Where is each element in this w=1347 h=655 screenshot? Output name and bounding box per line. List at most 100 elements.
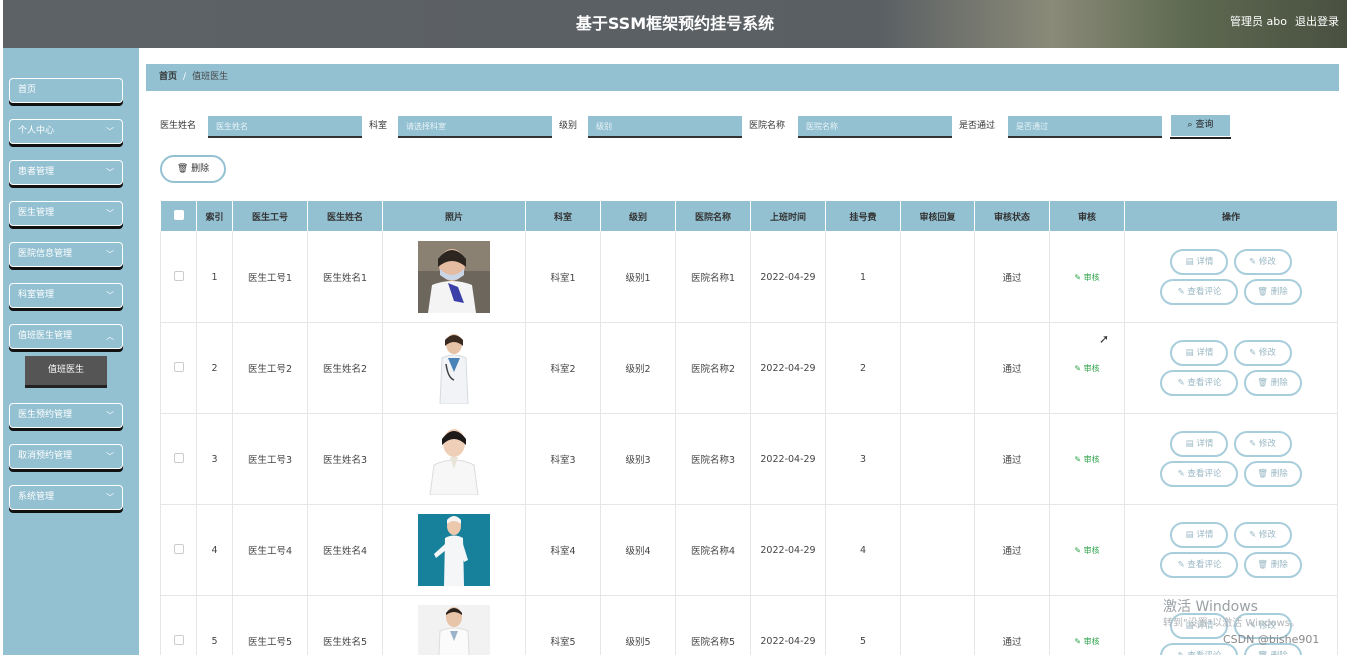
row-checkbox[interactable] — [173, 543, 184, 554]
sidebar-item-departments[interactable]: 科室管理 ﹀ — [9, 283, 123, 308]
level-input[interactable] — [588, 116, 742, 138]
cell-dept: 科室3 — [525, 413, 601, 505]
chevron-down-icon: ﹀ — [106, 411, 114, 420]
sidebar-item-label: 值班医生管理 — [18, 331, 73, 341]
breadcrumb-home[interactable]: 首页 — [159, 72, 177, 82]
filter-label-doctor-name: 医生姓名 — [160, 121, 197, 131]
search-icon: ⌕ — [1187, 120, 1193, 130]
delete-label: 删除 — [1270, 469, 1288, 479]
cell-fee: 4 — [825, 504, 901, 596]
chevron-down-icon: ﹀ — [106, 493, 114, 502]
row-checkbox[interactable] — [173, 270, 184, 281]
audit-link[interactable]: ✎ 审核 — [1049, 504, 1125, 596]
sidebar-item-profile[interactable]: 个人中心 ﹀ — [9, 119, 123, 144]
filter-label-level: 级别 — [559, 121, 578, 131]
row-checkbox[interactable] — [173, 634, 184, 645]
cell-doctor-no: 医生工号3 — [232, 413, 308, 505]
sidebar-item-home[interactable]: 首页 — [9, 78, 123, 103]
trash-icon: 🗑 — [1257, 560, 1269, 570]
batch-delete-button[interactable]: 🗑 删除 — [160, 155, 226, 183]
sidebar-item-patients[interactable]: 患者管理 ﹀ — [9, 160, 123, 185]
cell-fee: 3 — [825, 413, 901, 505]
column-header: 索引 — [196, 200, 233, 232]
edit-button[interactable]: ✎ 修改 — [1233, 340, 1292, 366]
logout-link[interactable]: 退出登录 — [1295, 13, 1339, 29]
cell-doctor-name: 医生姓名5 — [307, 595, 383, 655]
comments-label: 查看评论 — [1187, 378, 1222, 388]
cell-work-time: 2022-04-29 — [750, 504, 826, 596]
delete-button[interactable]: 🗑 删除 — [1243, 279, 1302, 305]
edit-icon: ✎ — [1074, 545, 1082, 555]
edit-button[interactable]: ✎ 修改 — [1233, 249, 1292, 275]
detail-button[interactable]: ▤ 详情 — [1170, 249, 1229, 275]
detail-label: 详情 — [1196, 439, 1214, 449]
detail-button[interactable]: ▤ 详情 — [1170, 431, 1229, 457]
select-all-checkbox[interactable] — [173, 209, 184, 220]
cell-audit-reply — [900, 504, 975, 596]
cell-level: 级别1 — [600, 231, 676, 323]
row-checkbox[interactable] — [173, 452, 184, 463]
detail-button[interactable]: ▤ 详情 — [1170, 340, 1229, 366]
delete-button[interactable]: 🗑 删除 — [1243, 370, 1302, 396]
trash-icon: 🗑 — [1257, 287, 1269, 297]
cell-dept: 科室5 — [525, 595, 601, 655]
doctor-name-input[interactable] — [208, 116, 362, 138]
detail-button[interactable]: ▤ 详情 — [1170, 522, 1229, 548]
audit-label: 审核 — [1083, 272, 1100, 282]
audit-link[interactable]: ✎ 审核 — [1049, 322, 1125, 414]
detail-label: 详情 — [1196, 257, 1214, 267]
edit-icon: ✎ — [1178, 651, 1185, 655]
hospital-input[interactable] — [798, 116, 952, 138]
comments-label: 查看评论 — [1187, 469, 1222, 479]
trash-icon: 🗑 — [1257, 378, 1269, 388]
table-row: 5 医生工号5 医生姓名5 科室5 级别5 医院名称5 2022-04-29 5… — [160, 595, 1338, 655]
audit-link[interactable]: ✎ 审核 — [1049, 231, 1125, 323]
column-header: 挂号费 — [825, 200, 901, 232]
document-icon: ▤ — [1185, 439, 1194, 449]
sidebar-item-cancel-appointments[interactable]: 取消预约管理 ﹀ — [9, 444, 123, 469]
cell-index: 1 — [196, 231, 233, 323]
sidebar-item-label: 医院信息管理 — [18, 249, 73, 259]
cell-actions: ▤ 详情 ✎ 修改 ✎ 查看评论 🗑 删除 — [1124, 322, 1338, 414]
submenu-duty-doctor[interactable]: 值班医生 — [25, 356, 107, 385]
sidebar-item-system[interactable]: 系统管理 ﹀ — [9, 485, 123, 510]
delete-button[interactable]: 🗑 删除 — [1243, 552, 1302, 578]
cell-fee: 5 — [825, 595, 901, 655]
edit-button[interactable]: ✎ 修改 — [1233, 431, 1292, 457]
view-comments-button[interactable]: ✎ 查看评论 — [1160, 461, 1239, 487]
cell-level: 级别2 — [600, 322, 676, 414]
delete-label: 删除 — [1270, 378, 1288, 388]
delete-button[interactable]: 🗑 删除 — [1243, 461, 1302, 487]
chevron-down-icon: ﹀ — [106, 209, 114, 218]
edit-label: 修改 — [1258, 257, 1276, 267]
cell-audit-reply — [900, 595, 975, 655]
breadcrumb-separator: / — [183, 72, 187, 82]
view-comments-button[interactable]: ✎ 查看评论 — [1160, 552, 1239, 578]
table-row: 3 医生工号3 医生姓名3 科室3 级别3 医院名称3 2022-04-29 3… — [160, 413, 1338, 505]
chevron-up-icon: ︿ — [106, 332, 114, 341]
search-button[interactable]: ⌕ 查询 — [1170, 114, 1231, 137]
audit-link[interactable]: ✎ 审核 — [1049, 413, 1125, 505]
sidebar-item-appointments[interactable]: 医生预约管理 ﹀ — [9, 403, 123, 428]
sidebar-item-duty-doctors[interactable]: 值班医生管理 ︿ — [9, 324, 123, 349]
view-comments-button[interactable]: ✎ 查看评论 — [1160, 279, 1239, 305]
audit-label: 审核 — [1083, 454, 1100, 464]
sidebar-item-label: 医生管理 — [18, 208, 55, 218]
edit-button[interactable]: ✎ 修改 — [1233, 522, 1292, 548]
top-header: 基于SSM框架预约挂号系统 管理员 abo 退出登录 — [3, 0, 1347, 48]
cell-doctor-no: 医生工号4 — [232, 504, 308, 596]
dept-select[interactable] — [398, 116, 552, 138]
cell-fee: 2 — [825, 322, 901, 414]
document-icon: ▤ — [1185, 257, 1194, 267]
edit-icon: ✎ — [1074, 363, 1082, 373]
audit-link[interactable]: ✎ 审核 — [1049, 595, 1125, 655]
select-all-cell[interactable] — [160, 200, 197, 232]
sidebar-item-hospital-info[interactable]: 医院信息管理 ﹀ — [9, 242, 123, 267]
column-header: 科室 — [525, 200, 601, 232]
sidebar-item-doctors[interactable]: 医生管理 ﹀ — [9, 201, 123, 226]
row-checkbox[interactable] — [173, 361, 184, 372]
passed-input[interactable] — [1008, 116, 1162, 138]
view-comments-button[interactable]: ✎ 查看评论 — [1160, 370, 1239, 396]
app-title: 基于SSM框架预约挂号系统 — [575, 14, 775, 33]
comments-label: 查看评论 — [1187, 560, 1222, 570]
